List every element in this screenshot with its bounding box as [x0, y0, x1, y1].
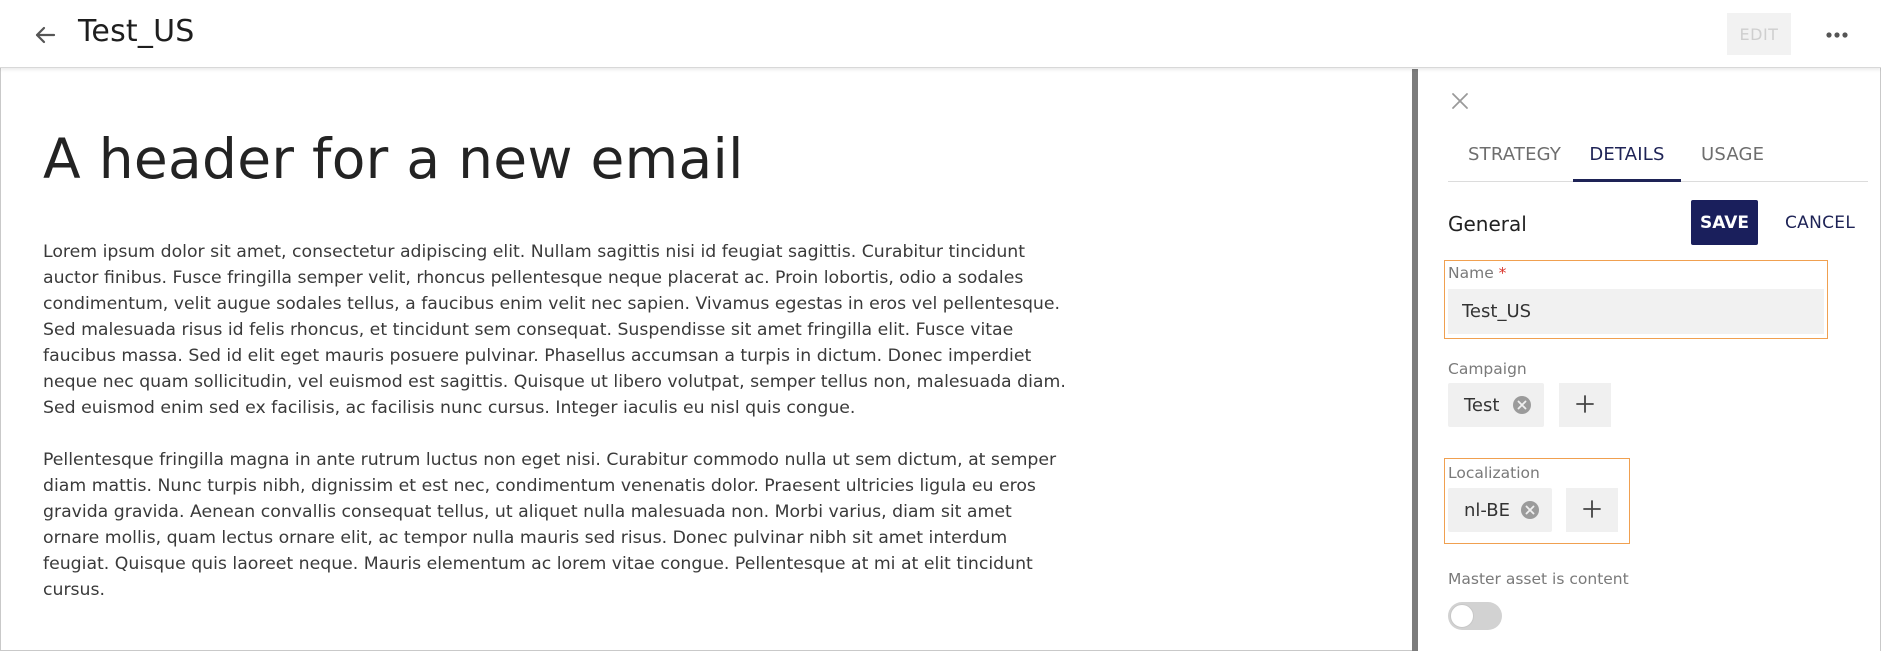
name-label-text: Name [1448, 264, 1494, 282]
email-paragraph: Pellentesque fringilla magna in ante rut… [43, 450, 1057, 600]
tab-usage[interactable]: USAGE [1701, 140, 1764, 182]
plus-icon [1583, 499, 1601, 518]
localization-label: Localization [1448, 464, 1540, 482]
section-title: General [1448, 212, 1527, 236]
panel-tabs: STRATEGY DETAILS USAGE [1448, 140, 1868, 182]
name-input[interactable] [1448, 289, 1824, 334]
add-campaign-button[interactable] [1559, 383, 1611, 427]
tab-details[interactable]: DETAILS [1573, 140, 1681, 182]
back-button[interactable] [30, 20, 60, 50]
more-options-button[interactable] [1822, 20, 1852, 50]
arrow-back-icon [35, 26, 56, 44]
master-asset-toggle[interactable] [1448, 602, 1502, 630]
localization-chip: nl-BE [1448, 488, 1552, 532]
name-label: Name * [1448, 264, 1506, 282]
master-asset-label: Master asset is content [1448, 570, 1629, 588]
top-bar: Test_US EDIT [0, 0, 1881, 68]
add-localization-button[interactable] [1566, 488, 1618, 532]
required-mark: * [1498, 264, 1507, 282]
edit-button[interactable]: EDIT [1727, 13, 1791, 55]
remove-circle-icon [1521, 501, 1539, 519]
campaign-chip-label: Test [1464, 394, 1500, 416]
campaign-label: Campaign [1448, 360, 1527, 378]
email-heading: A header for a new email [43, 127, 744, 191]
localization-chip-label: nl-BE [1464, 499, 1510, 521]
close-panel-button[interactable] [1448, 89, 1472, 113]
save-button[interactable]: SAVE [1691, 200, 1758, 245]
details-panel: STRATEGY DETAILS USAGE General SAVE CANC… [1418, 69, 1880, 651]
remove-campaign-button[interactable] [1512, 395, 1532, 415]
more-horizontal-icon [1826, 32, 1848, 38]
plus-icon [1576, 394, 1594, 413]
cancel-button[interactable]: CANCEL [1785, 200, 1855, 245]
email-paragraph: Lorem ipsum dolor sit amet, consectetur … [43, 242, 1066, 418]
toggle-knob [1450, 604, 1474, 628]
page-title: Test_US [78, 14, 195, 49]
tab-strategy[interactable]: STRATEGY [1468, 140, 1561, 182]
close-icon [1452, 93, 1468, 109]
campaign-chip: Test [1448, 383, 1544, 427]
remove-circle-icon [1513, 396, 1531, 414]
remove-localization-button[interactable] [1520, 500, 1540, 520]
email-preview: A header for a new email Lorem ipsum dol… [2, 69, 1412, 649]
